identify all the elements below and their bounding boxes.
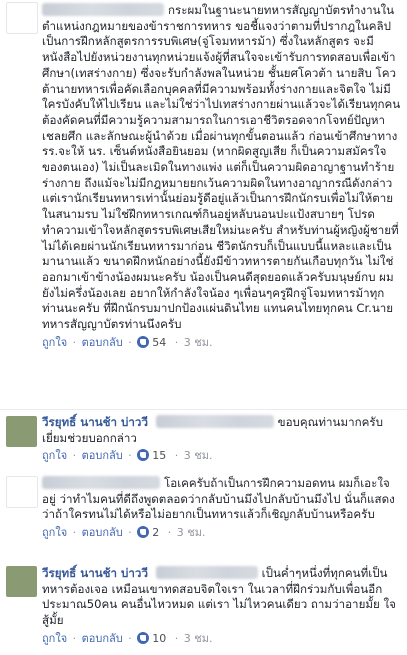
like-count-icon[interactable] [137, 526, 150, 539]
post-text: กระผมในฐานะนายทหารสัญญาบัตรทำงานในตำแหน่… [42, 3, 401, 332]
post-body: กระผมในฐานะนายทหารสัญญาบัตรทำงานในตำแหน่… [42, 3, 402, 351]
comment-time[interactable]: 3 ชม. [177, 526, 206, 539]
comment-time[interactable]: 3 ชม. [184, 449, 213, 462]
like-link[interactable]: ถูกใจ [42, 336, 67, 349]
reply-link[interactable]: ตอบกลับ [82, 449, 123, 462]
reply-link[interactable]: ตอบกลับ [82, 526, 123, 539]
comment-1: วีรยุทธิ์ นานช้า บ่าววี ขอบคุณท่านมากครั… [42, 415, 402, 464]
like-count-icon[interactable] [137, 449, 150, 462]
commenter-name[interactable]: วีรยุทธิ์ นานช้า บ่าววี [42, 566, 148, 580]
commenter-avatar[interactable] [6, 476, 38, 508]
commenter-avatar[interactable] [6, 566, 37, 597]
author-name-blurred[interactable] [42, 3, 164, 16]
tagged-name-blurred[interactable] [155, 415, 274, 428]
like-count[interactable]: 2 [152, 526, 159, 539]
like-count[interactable]: 10 [152, 632, 166, 645]
comment-actions: ถูกใจ · ตอบกลับ · 10 · 3 ชม. [42, 631, 213, 645]
commenter-name-blurred[interactable] [42, 476, 160, 489]
comment-2: โอเคครับถ้าเป็นการฝึกความอดทน ผมก็เอะใจอ… [42, 476, 402, 541]
like-count-icon[interactable] [137, 631, 150, 644]
like-count-icon[interactable] [137, 335, 150, 348]
comment-actions: ถูกใจ · ตอบกลับ · 2 · 3 ชม. [42, 526, 206, 540]
like-count[interactable]: 54 [152, 336, 166, 349]
comment-time[interactable]: 3 ชม. [184, 632, 213, 645]
commenter-avatar[interactable] [6, 416, 37, 447]
commenter-name[interactable]: วีรยุทธิ์ นานช้า บ่าววี [42, 415, 148, 429]
reply-link[interactable]: ตอบกลับ [82, 632, 123, 645]
like-link[interactable]: ถูกใจ [42, 449, 67, 462]
tagged-name-blurred[interactable] [155, 566, 258, 579]
like-link[interactable]: ถูกใจ [42, 632, 67, 645]
divider [0, 409, 407, 410]
post-time[interactable]: 3 ชม. [184, 336, 213, 349]
comment-3: วีรยุทธิ์ นานช้า บ่าววี เป็นค่ำๆหนึ่งที่… [42, 566, 402, 647]
comment-actions: ถูกใจ · ตอบกลับ · 15 · 3 ชม. [42, 449, 213, 463]
reply-link[interactable]: ตอบกลับ [82, 336, 123, 349]
like-count[interactable]: 15 [152, 449, 166, 462]
post-actions: ถูกใจ · ตอบกลับ · 54 · 3 ชม. [42, 335, 213, 349]
like-link[interactable]: ถูกใจ [42, 526, 67, 539]
post-author-avatar[interactable] [6, 2, 38, 34]
